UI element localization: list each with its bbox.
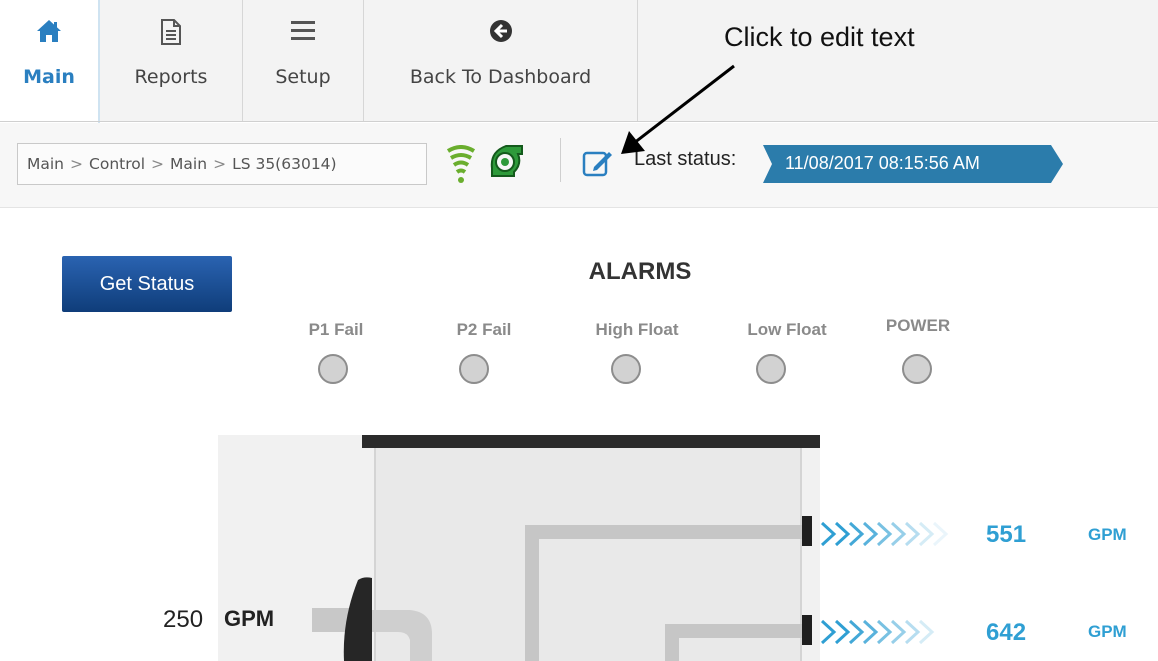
outlet-valve-1	[802, 516, 812, 546]
outflow-1-value: 551	[986, 521, 1027, 548]
flow-arrows-2	[820, 617, 970, 651]
inflow-flange	[343, 577, 372, 661]
outflow-2-unit: GPM	[1088, 622, 1127, 641]
outlet-valve-2	[802, 615, 812, 645]
flow-arrows-1	[820, 519, 970, 553]
inflow-elbow	[372, 610, 432, 661]
outflow-1-unit: GPM	[1088, 525, 1127, 544]
outflow-2-value: 642	[986, 619, 1027, 646]
inflow-value: 250	[163, 606, 204, 633]
inflow-unit: GPM	[224, 606, 275, 631]
piping-diagram	[312, 516, 812, 661]
